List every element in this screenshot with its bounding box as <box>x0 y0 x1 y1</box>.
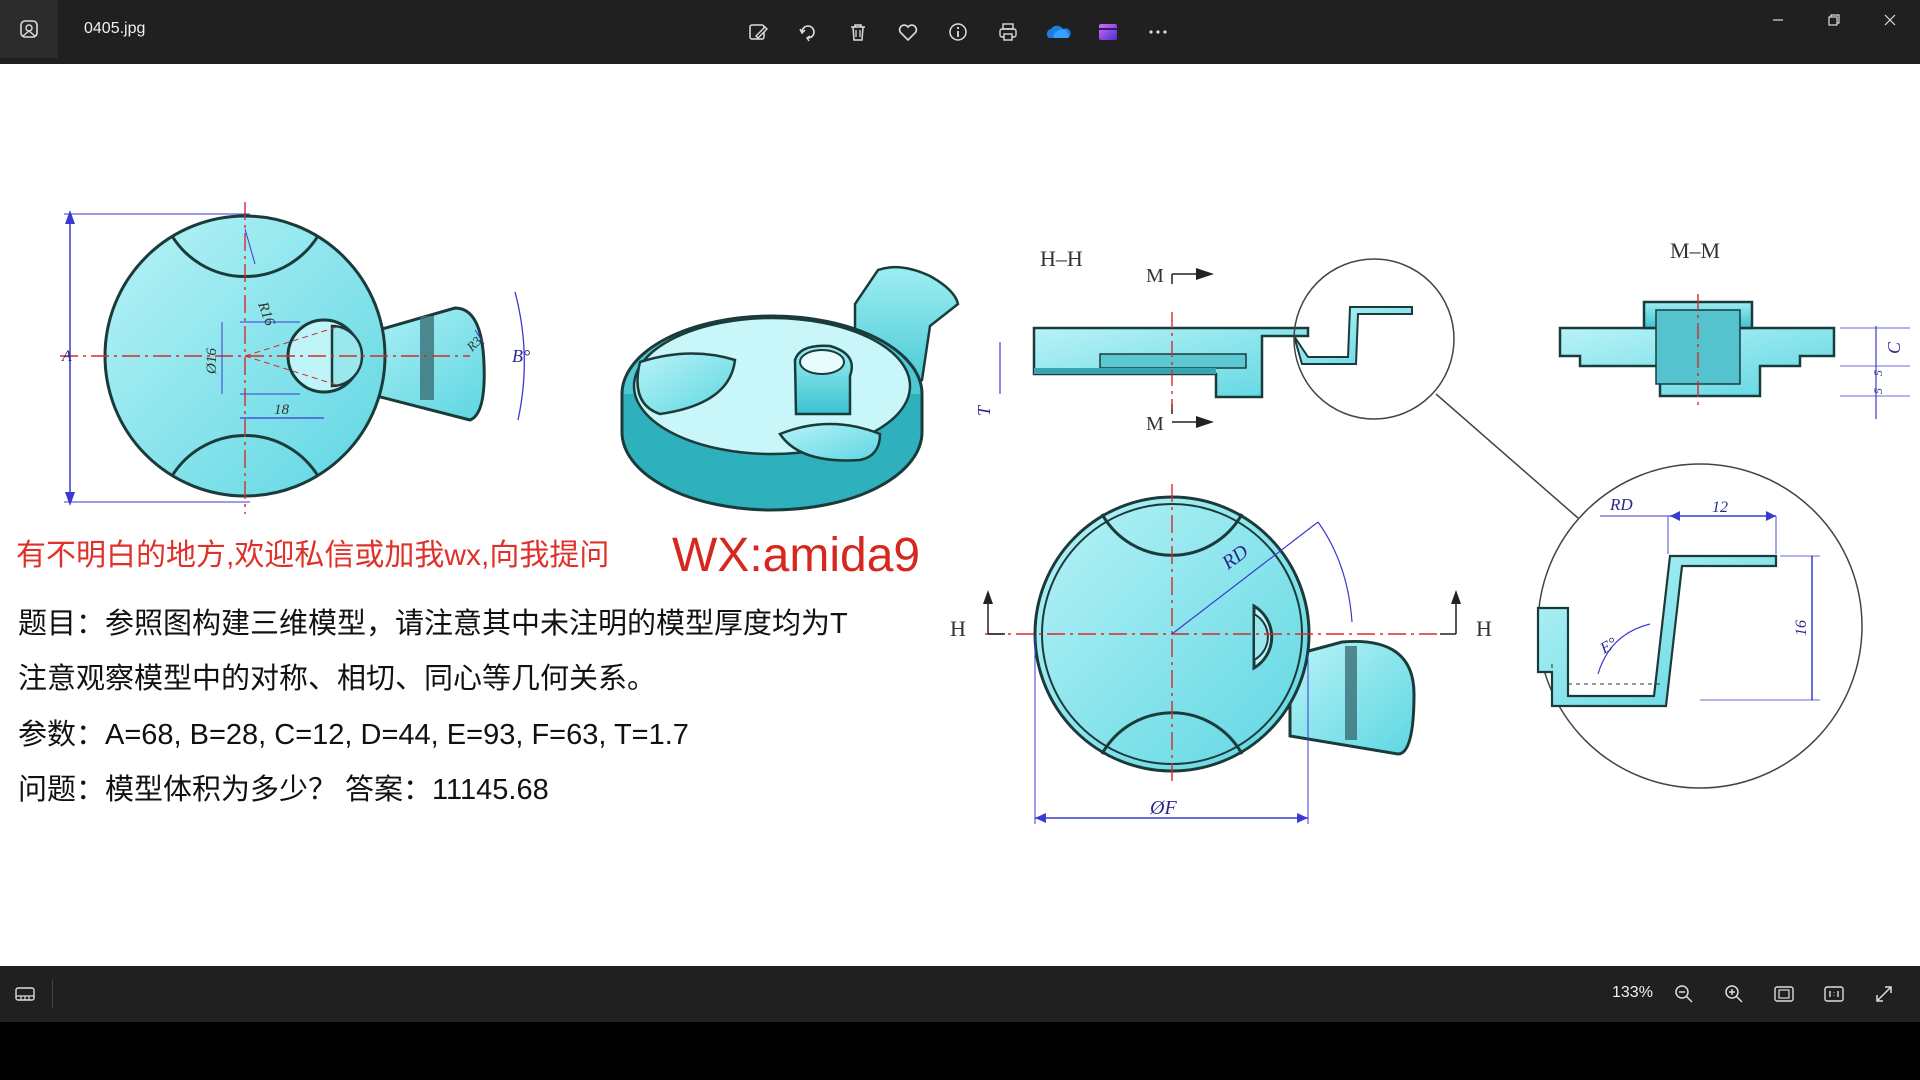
divider <box>52 980 53 1008</box>
problem-note: 注意观察模型中的对称、相切、同心等几何关系。 <box>18 663 657 695</box>
window-title: 0405.jpg <box>84 20 146 37</box>
screen-bottom <box>0 1022 1920 1080</box>
clipchamp-icon[interactable] <box>1088 12 1128 52</box>
label-b: B° <box>512 346 530 366</box>
label-rd-detail: RD <box>1609 495 1633 514</box>
fit-window-icon[interactable] <box>1764 974 1804 1014</box>
print-icon[interactable] <box>988 12 1028 52</box>
technical-drawing: A B° R16 R3 Ø16 18 H–H M M T M–M C 5 5 R… <box>60 202 1910 824</box>
label-d16: Ø16 <box>204 348 220 375</box>
label-5-b: 5 <box>1871 388 1885 394</box>
onedrive-icon[interactable] <box>1038 12 1078 52</box>
edit-image-icon[interactable] <box>738 12 778 52</box>
label-16-detail: 16 <box>1793 620 1810 636</box>
label-12: 12 <box>1712 499 1728 516</box>
label-18: 18 <box>274 402 290 418</box>
wechat-id: WX:amida9 <box>672 529 921 582</box>
label-a: A <box>61 348 72 365</box>
minimize-icon[interactable] <box>1750 0 1806 40</box>
delete-icon[interactable] <box>838 12 878 52</box>
isometric-3d-model <box>620 265 960 512</box>
problem-parameters: 参数：A=68, B=28, C=12, D=44, E=93, F=63, T… <box>18 719 689 751</box>
section-h-h: H–H M M T <box>974 246 1579 519</box>
label-hh: H–H <box>1040 246 1083 271</box>
image-viewport[interactable]: A B° R16 R3 Ø16 18 H–H M M T M–M C 5 5 R… <box>0 64 1920 966</box>
contact-note: 有不明白的地方,欢迎私信或加我wx,向我提问 <box>16 539 610 572</box>
top-view-drawing: A B° R16 R3 Ø16 18 <box>60 202 530 514</box>
zoom-level[interactable]: 133% <box>1612 984 1653 1002</box>
detail-view: RD 12 16 E° <box>1536 463 1863 789</box>
info-icon[interactable] <box>938 12 978 52</box>
status-bar: 133% <box>0 966 1920 1022</box>
restore-icon[interactable] <box>1806 0 1862 40</box>
favorite-icon[interactable] <box>888 12 928 52</box>
problem-statement: 题目：参照图构建三维模型，请注意其中未注明的模型厚度均为T <box>18 608 848 640</box>
photos-app-icon[interactable] <box>0 0 58 58</box>
actual-size-icon[interactable] <box>1814 974 1854 1014</box>
label-t: T <box>974 404 994 416</box>
toolbar <box>738 12 1178 52</box>
label-e: E° <box>1597 634 1621 658</box>
bottom-plan-view: RD ØF H H <box>950 484 1492 824</box>
close-icon[interactable] <box>1862 0 1918 40</box>
label-h-left: H <box>950 616 966 641</box>
zoom-out-icon[interactable] <box>1664 974 1704 1014</box>
label-5-a: 5 <box>1871 370 1885 376</box>
label-mm: M–M <box>1670 238 1720 263</box>
label-c: C <box>1884 341 1904 354</box>
problem-question-answer: 问题：模型体积为多少？ 答案：11145.68 <box>18 774 549 806</box>
label-m-top: M <box>1146 265 1164 287</box>
fullscreen-icon[interactable] <box>1864 974 1904 1014</box>
section-m-m: M–M C 5 5 <box>1558 238 1910 419</box>
label-m-bottom: M <box>1146 413 1164 435</box>
zoom-controls <box>1664 974 1904 1014</box>
title-bar: 0405.jpg <box>0 0 1920 64</box>
zoom-in-icon[interactable] <box>1714 974 1754 1014</box>
filmstrip-icon[interactable] <box>8 974 42 1014</box>
rotate-icon[interactable] <box>788 12 828 52</box>
label-h-right: H <box>1476 616 1492 641</box>
more-icon[interactable] <box>1138 12 1178 52</box>
label-phi-f: ØF <box>1149 797 1177 819</box>
